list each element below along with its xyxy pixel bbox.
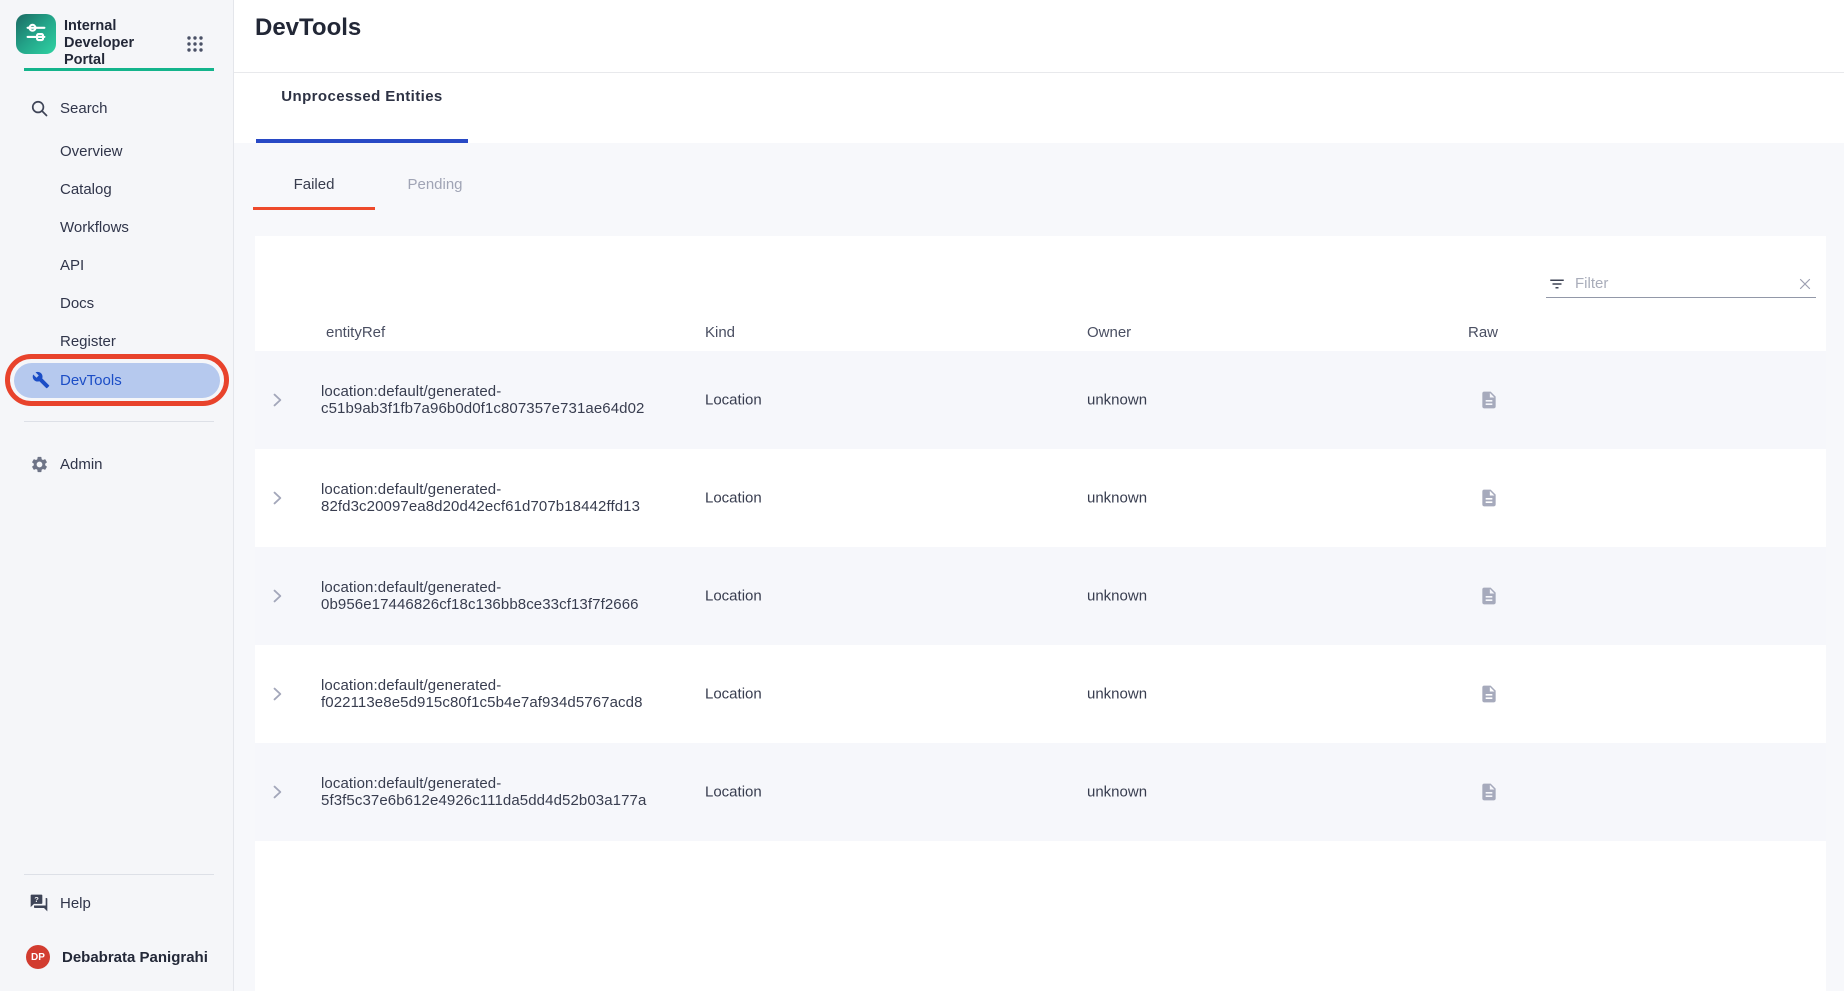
entities-table-card: entityRef Kind Owner Raw location:defaul… bbox=[255, 236, 1826, 991]
owner-cell: unknown bbox=[1087, 686, 1147, 703]
brand-logo[interactable] bbox=[16, 14, 56, 54]
user-name[interactable]: Debabrata Panigrahi bbox=[62, 949, 208, 966]
entityref-cell: location:default/generated-f022113e8e5d9… bbox=[321, 677, 641, 711]
sidebar-item-label: Workflows bbox=[60, 219, 129, 236]
column-header-entityref: entityRef bbox=[326, 324, 385, 341]
svg-text:?: ? bbox=[34, 895, 39, 904]
owner-cell: unknown bbox=[1087, 784, 1147, 801]
sidebar-item-label: Help bbox=[60, 895, 91, 912]
column-header-kind: Kind bbox=[705, 324, 735, 341]
table-row[interactable]: location:default/generated-0b956e1744682… bbox=[255, 547, 1826, 645]
search-icon bbox=[29, 98, 49, 118]
sidebar-item-label: Catalog bbox=[60, 181, 112, 198]
sidebar-item-api[interactable]: API bbox=[0, 251, 234, 279]
brand-title: Internal Developer Portal bbox=[64, 18, 178, 69]
page-header: DevTools Unprocessed Entities bbox=[234, 0, 1844, 143]
chevron-right-icon[interactable] bbox=[267, 782, 287, 802]
sidebar-item-label: Register bbox=[60, 333, 116, 350]
document-icon[interactable] bbox=[1479, 390, 1499, 410]
chevron-right-icon[interactable] bbox=[267, 390, 287, 410]
tab-pending[interactable]: Pending bbox=[375, 176, 495, 193]
sidebar-item-label: Overview bbox=[60, 143, 123, 160]
sidebar-item-devtools-active[interactable]: DevTools bbox=[14, 363, 220, 398]
entityref-cell: location:default/generated-c51b9ab3f1fb7… bbox=[321, 383, 641, 417]
sliders-logo-icon bbox=[22, 18, 50, 51]
document-icon[interactable] bbox=[1479, 684, 1499, 704]
table-row[interactable]: location:default/generated-f022113e8e5d9… bbox=[255, 645, 1826, 743]
failed-tab-indicator bbox=[253, 207, 375, 210]
chevron-right-icon[interactable] bbox=[267, 488, 287, 508]
filter-icon bbox=[1548, 275, 1566, 293]
clear-icon[interactable] bbox=[1796, 275, 1814, 293]
tab-failed[interactable]: Failed bbox=[253, 176, 375, 193]
sidebar-item-label: DevTools bbox=[60, 372, 122, 389]
content-area: Failed Pending entityRef Kind Owner Raw bbox=[234, 143, 1844, 991]
sidebar: Internal Developer Portal Search Over bbox=[0, 0, 234, 991]
entityref-cell: location:default/generated-82fd3c20097ea… bbox=[321, 481, 641, 515]
kind-cell: Location bbox=[705, 490, 762, 507]
tab-unprocessed-entities[interactable]: Unprocessed Entities bbox=[256, 88, 468, 105]
wrench-icon bbox=[32, 371, 50, 389]
entityref-cell: location:default/generated-5f3f5c37e6b61… bbox=[321, 775, 641, 809]
user-avatar[interactable]: DP bbox=[26, 945, 50, 969]
owner-cell: unknown bbox=[1087, 490, 1147, 507]
sidebar-item-label: Search bbox=[60, 100, 108, 117]
header-divider bbox=[234, 72, 1844, 73]
sidebar-item-overview[interactable]: Overview bbox=[0, 137, 234, 165]
sidebar-item-catalog[interactable]: Catalog bbox=[0, 175, 234, 203]
table-row[interactable]: location:default/generated-c51b9ab3f1fb7… bbox=[255, 351, 1826, 449]
kind-cell: Location bbox=[705, 392, 762, 409]
chevron-right-icon[interactable] bbox=[267, 684, 287, 704]
sidebar-item-docs[interactable]: Docs bbox=[0, 289, 234, 317]
sidebar-divider bbox=[24, 874, 214, 875]
chevron-right-icon[interactable] bbox=[267, 586, 287, 606]
document-icon[interactable] bbox=[1479, 488, 1499, 508]
brand-divider bbox=[24, 68, 214, 71]
owner-cell: unknown bbox=[1087, 392, 1147, 409]
sidebar-item-label: Docs bbox=[60, 295, 94, 312]
owner-cell: unknown bbox=[1087, 588, 1147, 605]
sidebar-item-register[interactable]: Register bbox=[0, 327, 234, 355]
document-icon[interactable] bbox=[1479, 782, 1499, 802]
sidebar-divider bbox=[24, 421, 214, 422]
column-header-owner: Owner bbox=[1087, 324, 1131, 341]
filter-input[interactable] bbox=[1575, 275, 1796, 292]
kind-cell: Location bbox=[705, 784, 762, 801]
sidebar-item-admin[interactable]: Admin bbox=[0, 450, 234, 478]
sidebar-item-help[interactable]: ? Help bbox=[0, 889, 234, 917]
devtools-page: Internal Developer Portal Search Over bbox=[0, 0, 1844, 991]
kind-cell: Location bbox=[705, 686, 762, 703]
filter-field bbox=[1546, 270, 1816, 298]
sidebar-item-label: API bbox=[60, 257, 84, 274]
table-row[interactable]: location:default/generated-82fd3c20097ea… bbox=[255, 449, 1826, 547]
help-chat-icon: ? bbox=[29, 893, 49, 913]
column-header-raw: Raw bbox=[1468, 324, 1498, 341]
page-title: DevTools bbox=[255, 14, 361, 42]
kind-cell: Location bbox=[705, 588, 762, 605]
document-icon[interactable] bbox=[1479, 586, 1499, 606]
apps-grid-icon[interactable] bbox=[185, 34, 205, 54]
entityref-cell: location:default/generated-0b956e1744682… bbox=[321, 579, 641, 613]
sidebar-item-workflows[interactable]: Workflows bbox=[0, 213, 234, 241]
table-row[interactable]: location:default/generated-5f3f5c37e6b61… bbox=[255, 743, 1826, 841]
sidebar-item-label: Admin bbox=[60, 456, 103, 473]
gear-icon bbox=[29, 454, 49, 474]
sidebar-item-search[interactable]: Search bbox=[0, 94, 234, 122]
